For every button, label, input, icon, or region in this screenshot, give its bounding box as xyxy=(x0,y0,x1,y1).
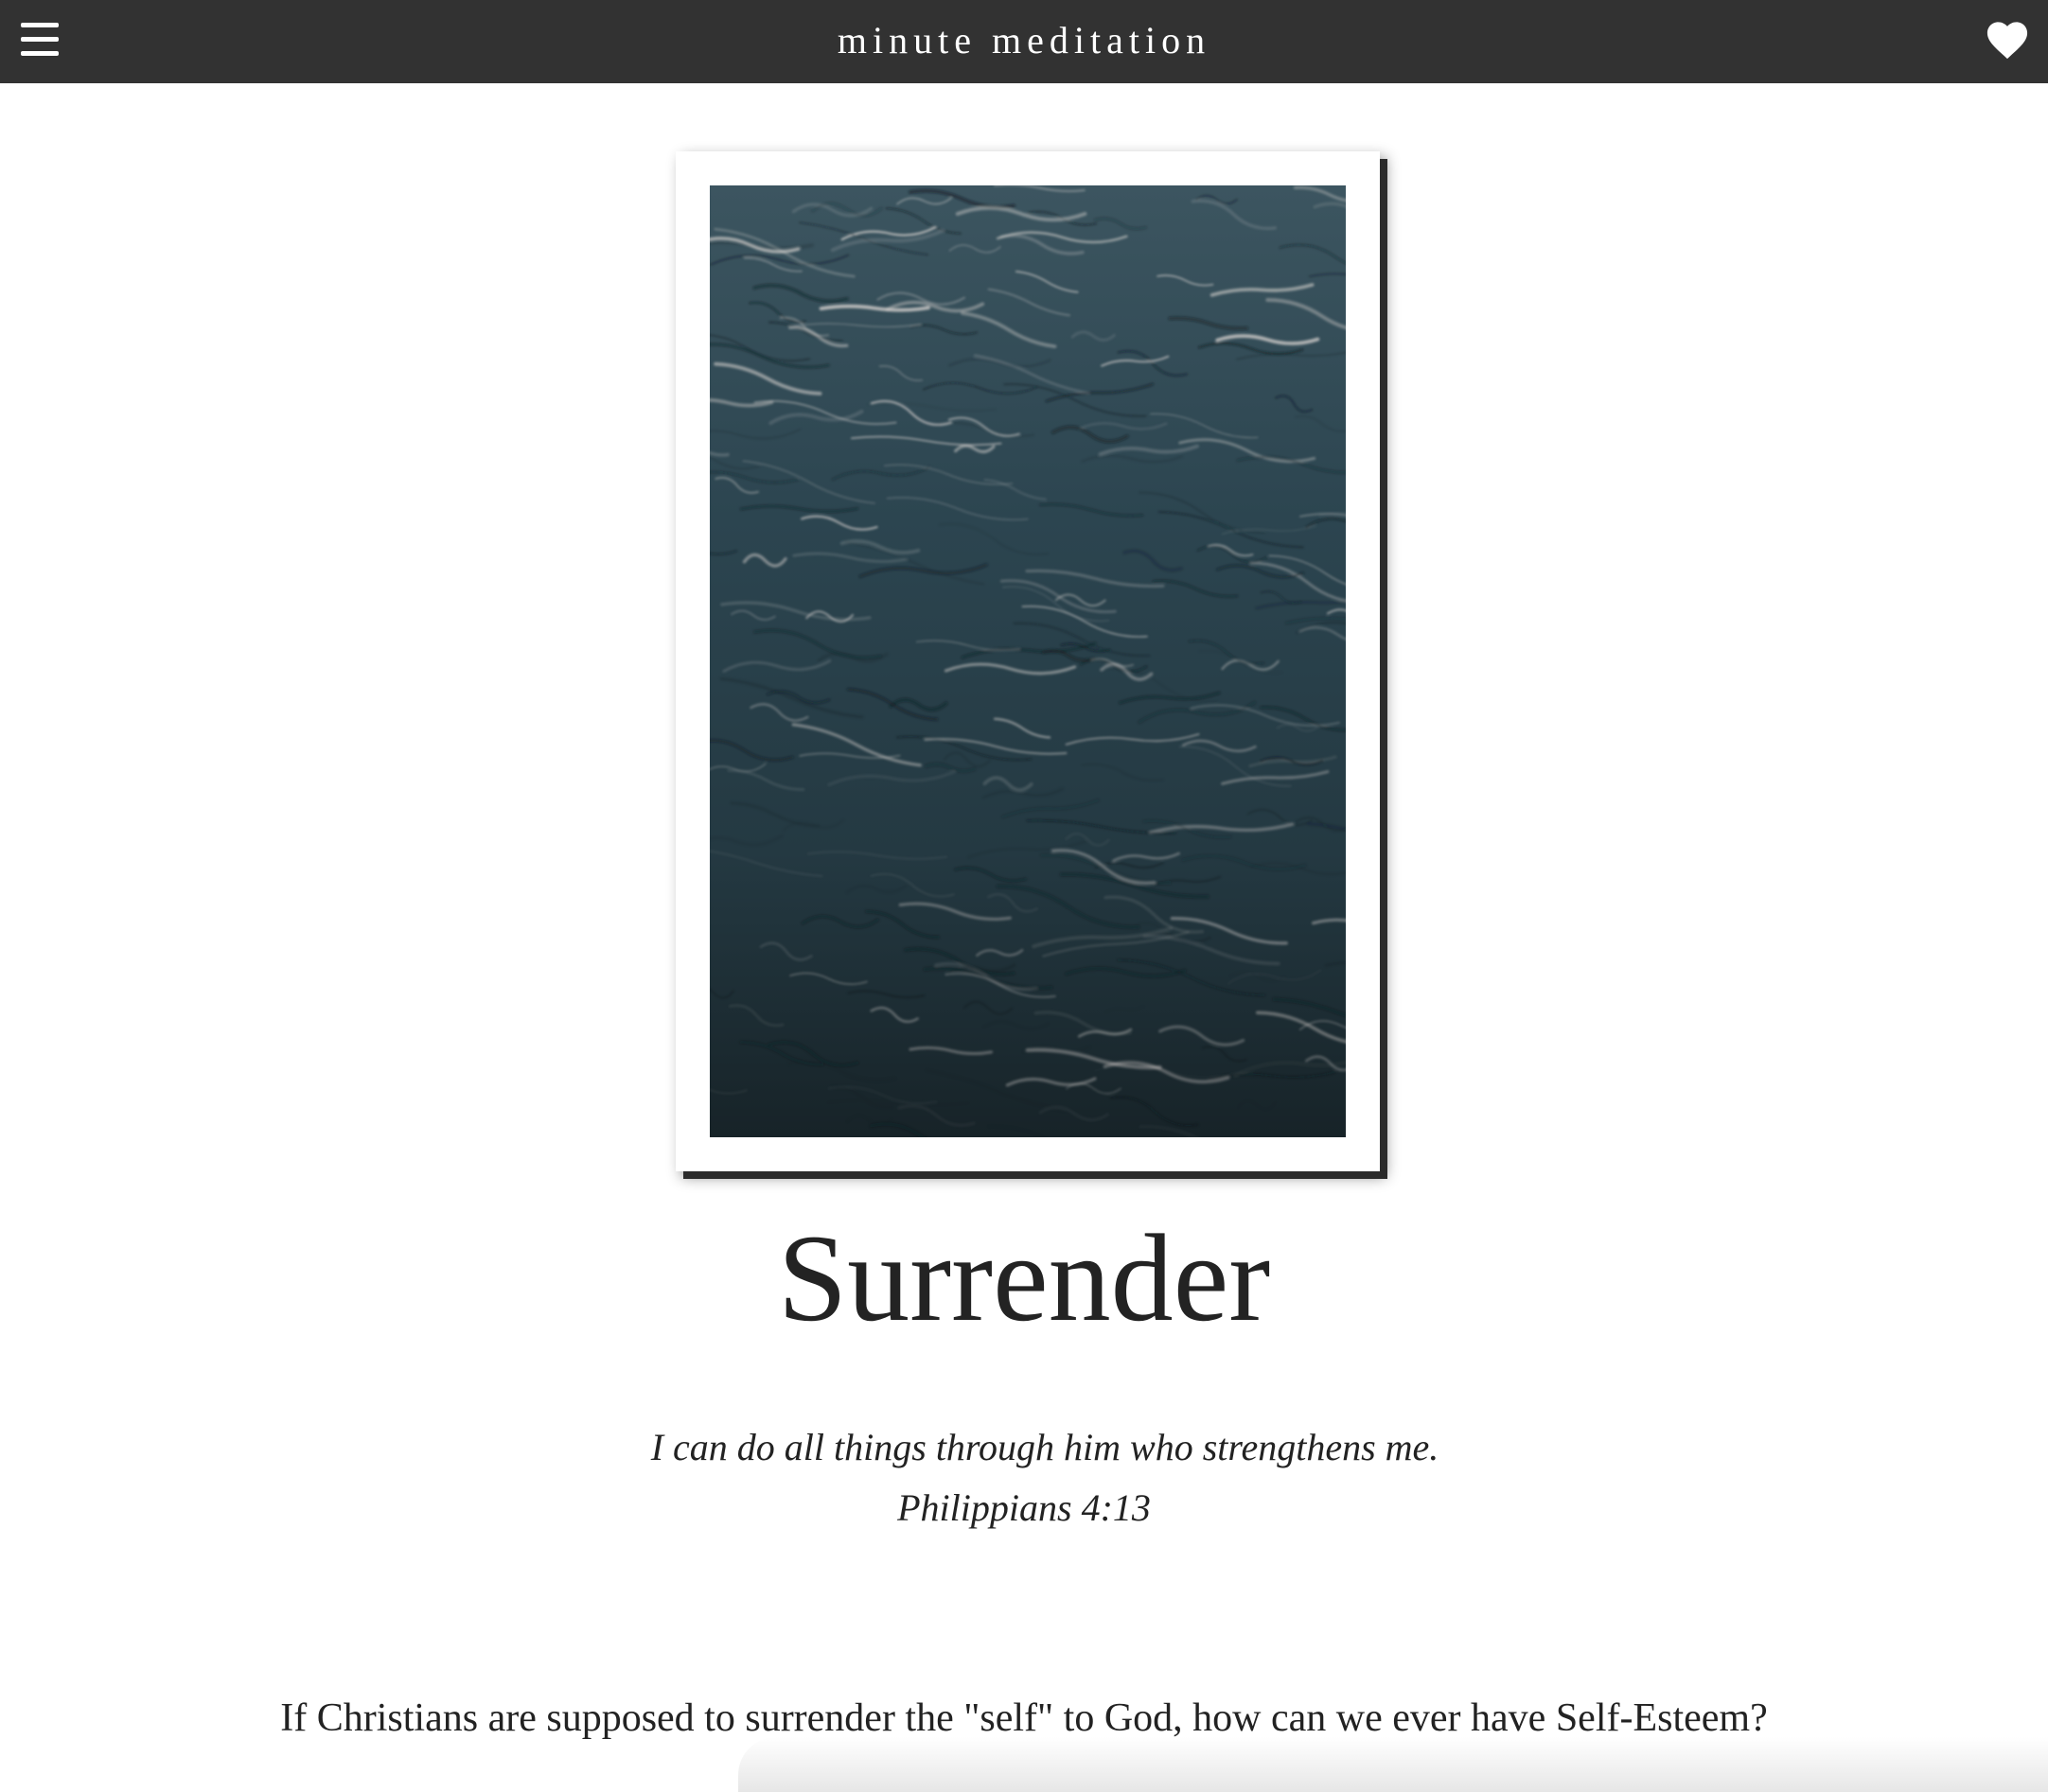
verse-reference: Philippians 4:13 xyxy=(897,1486,1151,1529)
meditation-title: Surrender xyxy=(777,1208,1271,1347)
menu-line xyxy=(21,51,59,56)
menu-line xyxy=(21,23,59,27)
featured-image-card xyxy=(676,151,1380,1171)
ocean-water-photo xyxy=(710,185,1346,1137)
top-navigation-bar: minute meditation xyxy=(0,0,2048,83)
hamburger-menu-icon[interactable] xyxy=(21,21,59,59)
scripture-verse: I can do all things through him who stre… xyxy=(0,1421,2048,1535)
intro-paragraph: If Christians are supposed to surrender … xyxy=(280,1696,1768,1740)
menu-line xyxy=(21,37,59,42)
heart-icon[interactable] xyxy=(1986,19,2029,61)
site-title: minute meditation xyxy=(837,19,1211,61)
verse-text: I can do all things through him who stre… xyxy=(650,1426,1439,1468)
heart-shape xyxy=(1986,22,2028,60)
water-illustration xyxy=(710,185,1346,1137)
